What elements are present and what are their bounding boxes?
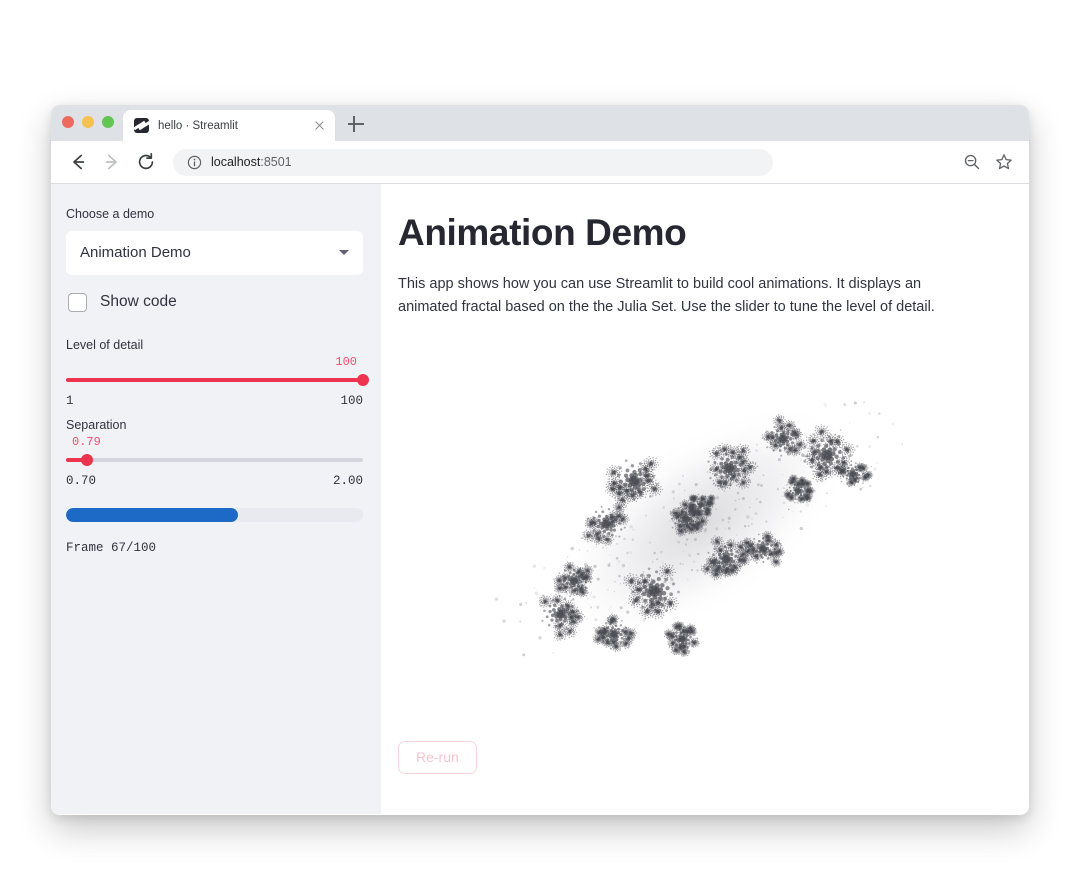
toolbar-actions <box>963 153 1017 171</box>
page-description: This app shows how you can use Streamlit… <box>398 276 935 316</box>
slider-current-value: 0.79 <box>72 434 101 449</box>
reload-icon <box>138 152 154 170</box>
slider-range-labels: 1 100 <box>66 394 363 408</box>
slider-label: Level of detail <box>66 337 144 352</box>
close-window-button[interactable] <box>62 116 74 128</box>
select-label: Choose a demo <box>66 207 155 221</box>
window-controls <box>62 116 114 128</box>
maximize-window-button[interactable] <box>102 116 114 128</box>
slider-rail <box>66 458 363 462</box>
tab-strip: hello · Streamlit <box>51 105 1029 141</box>
url-host: localhost <box>211 155 261 169</box>
info-circle-icon[interactable] <box>187 155 202 170</box>
close-icon[interactable] <box>311 118 327 134</box>
demo-select-value: Animation Demo <box>80 244 191 261</box>
slider-current-value: 100 <box>335 354 357 369</box>
url-port: :8501 <box>260 155 292 169</box>
url-text: localhost:8501 <box>211 155 292 169</box>
slider-track[interactable] <box>66 452 363 468</box>
star-icon[interactable] <box>995 153 1013 171</box>
progress-bar <box>66 507 363 522</box>
arrow-right-icon <box>105 154 117 170</box>
slider-max-label: 2.00 <box>332 473 363 488</box>
checkbox-box-icon[interactable] <box>68 292 87 312</box>
zoom-magnifier-icon[interactable] <box>963 153 981 171</box>
slider-min-label: 1 <box>66 393 74 408</box>
arrow-left-icon <box>73 154 85 170</box>
plus-icon[interactable] <box>346 114 366 134</box>
slider-label: Separation <box>66 417 127 432</box>
tab-title: hello · Streamlit <box>158 119 238 132</box>
forward-button[interactable] <box>99 149 125 175</box>
slider-max-label: 100 <box>340 393 363 408</box>
show-code-label: Show code <box>100 293 177 310</box>
back-button[interactable] <box>65 149 91 175</box>
chevron-down-icon[interactable] <box>339 250 349 255</box>
streamlit-app: Choose a demo Animation Demo Show code L… <box>51 184 1029 814</box>
slider-separation[interactable]: Separation 0.79 0.70 2.00 <box>66 418 363 488</box>
demo-select[interactable]: Animation Demo <box>66 230 363 275</box>
rerun-button[interactable]: Re-run <box>398 741 477 774</box>
progress-bar-fill <box>66 507 239 522</box>
fractal-canvas <box>494 400 903 658</box>
julia-set-fractal <box>486 369 916 679</box>
slider-thumb[interactable] <box>80 454 93 466</box>
reload-button[interactable] <box>133 149 159 175</box>
browser-window: hello · Streamlit localhost:8501 Choose … <box>51 105 1029 815</box>
screenshot-root: hello · Streamlit localhost:8501 Choose … <box>0 0 1080 884</box>
streamlit-favicon-icon <box>134 118 149 133</box>
slider-fill <box>66 378 363 382</box>
main-content: Animation Demo This app shows how you ca… <box>381 184 1029 814</box>
slider-thumb[interactable] <box>357 374 369 386</box>
slider-level-of-detail[interactable]: Level of detail 100 1 100 <box>66 337 369 408</box>
page-title: Animation Demo <box>398 212 687 253</box>
slider-min-label: 0.70 <box>66 473 97 488</box>
browser-toolbar: localhost:8501 <box>51 141 1029 184</box>
address-bar[interactable]: localhost:8501 <box>173 148 773 176</box>
sidebar: Choose a demo Animation Demo Show code L… <box>51 184 381 814</box>
browser-tab[interactable]: hello · Streamlit <box>123 110 335 141</box>
minimize-window-button[interactable] <box>82 116 94 128</box>
slider-track[interactable] <box>66 372 369 388</box>
show-code-checkbox[interactable]: Show code <box>66 292 363 312</box>
frame-counter: Frame 67/100 <box>66 540 157 555</box>
slider-range-labels: 0.70 2.00 <box>66 474 363 488</box>
